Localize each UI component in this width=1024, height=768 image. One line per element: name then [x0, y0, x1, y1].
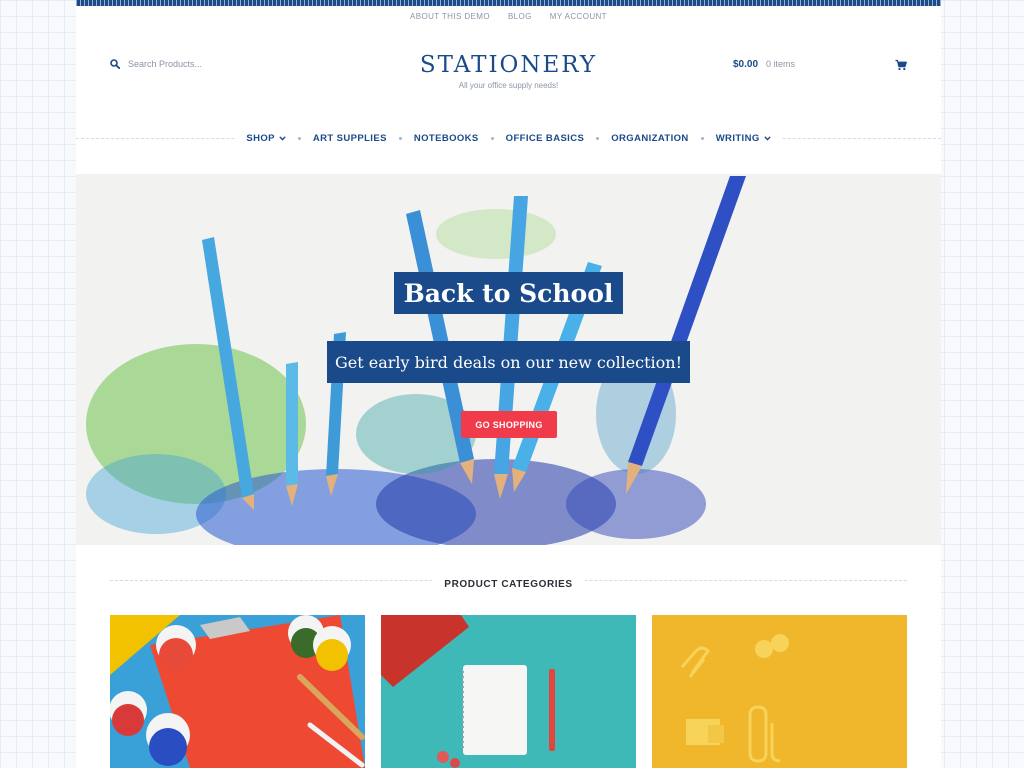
chevron-down-icon	[763, 135, 771, 141]
ruler-strip	[76, 0, 941, 6]
site-tagline: All your office supply needs!	[458, 81, 559, 90]
nav-separator	[398, 136, 402, 140]
nav-item-organization[interactable]: ORGANIZATION	[611, 133, 688, 144]
category-image-notebook	[381, 615, 636, 768]
go-shopping-button[interactable]: GO SHOPPING	[461, 411, 557, 438]
top-nav-account[interactable]: MY ACCOUNT	[550, 12, 607, 21]
top-nav-blog[interactable]: BLOG	[508, 12, 532, 21]
nav-item-art-supplies[interactable]: ART SUPPLIES	[313, 133, 387, 144]
cart-amount[interactable]: $0.00	[733, 59, 758, 70]
nav-item-writing[interactable]: WRITING	[716, 133, 771, 144]
category-image-paints	[110, 615, 365, 768]
hero-heading: Back to School	[394, 272, 623, 314]
top-nav: ABOUT THIS DEMO BLOG MY ACCOUNT	[76, 12, 941, 21]
cart-count[interactable]: 0 items	[766, 59, 795, 69]
nav-separator	[596, 136, 600, 140]
categories-heading: PRODUCT CATEGORIES	[76, 574, 941, 592]
hero-banner: Back to School Get early bird deals on o…	[76, 174, 941, 545]
chevron-down-icon	[279, 135, 286, 141]
category-card-office-basics[interactable]	[652, 615, 907, 768]
nav-separator	[297, 136, 301, 140]
hero-subheading: Get early bird deals on our new collecti…	[327, 341, 690, 383]
site-title[interactable]: STATIONERY	[76, 52, 941, 78]
nav-separator	[490, 136, 494, 140]
page: ABOUT THIS DEMO BLOG MY ACCOUNT STATIONE…	[76, 0, 941, 768]
category-card-art-supplies[interactable]	[110, 615, 365, 768]
category-cards	[110, 615, 907, 768]
nav-item-shop[interactable]: SHOP	[246, 133, 286, 144]
category-image-paper-clips	[652, 615, 907, 768]
category-card-notebooks[interactable]	[381, 615, 636, 768]
site-branding: STATIONERY All your office supply needs!	[76, 52, 941, 90]
nav-item-office-basics[interactable]: OFFICE BASICS	[506, 133, 585, 144]
nav-item-notebooks[interactable]: NOTEBOOKS	[414, 133, 479, 144]
main-nav: SHOP ART SUPPLIES NOTEBOOKS OFFICE BASIC…	[76, 128, 941, 148]
cart-summary[interactable]: $0.00 0 items	[733, 59, 795, 70]
nav-separator	[700, 136, 704, 140]
top-nav-about[interactable]: ABOUT THIS DEMO	[410, 12, 490, 21]
shopping-cart-icon[interactable]	[895, 59, 907, 71]
